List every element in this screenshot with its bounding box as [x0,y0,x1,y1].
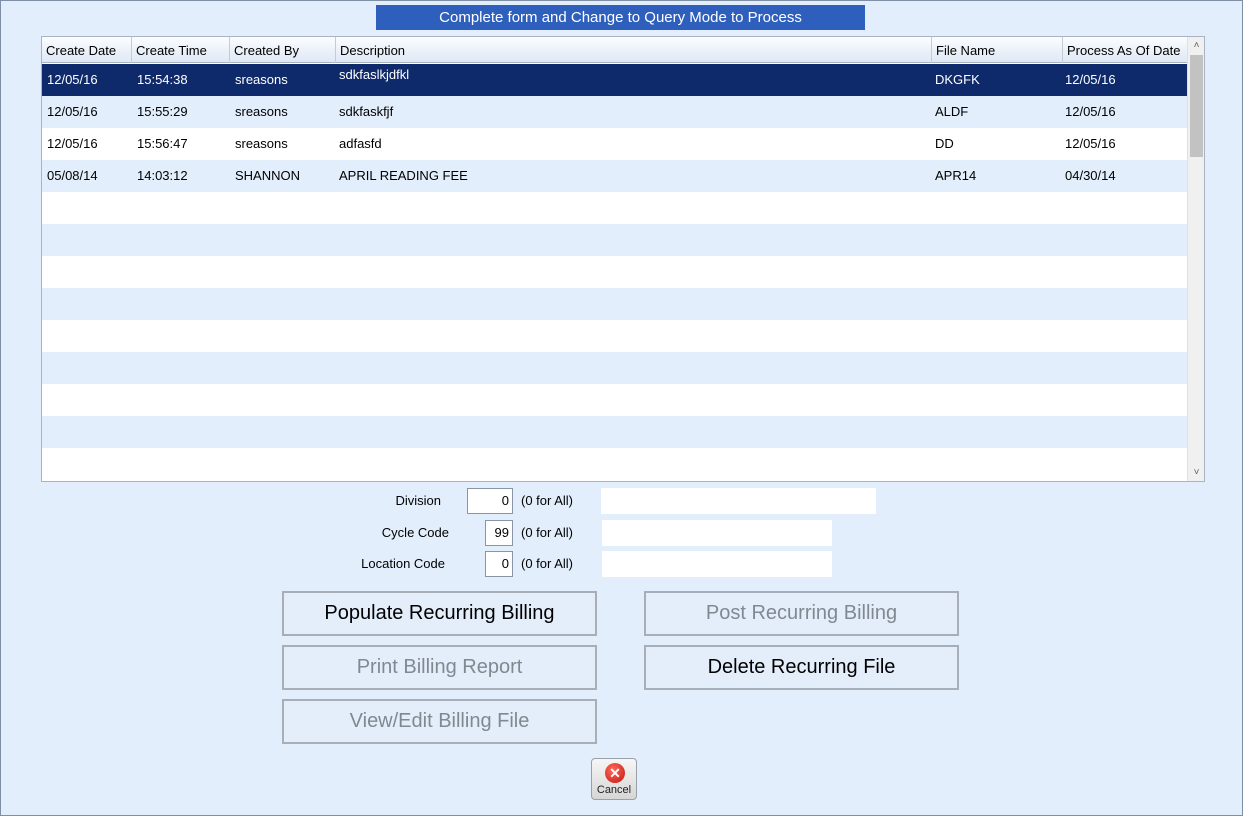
location-code-field[interactable]: 0 [485,551,513,577]
empty-row [42,192,1187,224]
delete-recurring-file-button[interactable]: Delete Recurring File [644,645,959,690]
cancel-label: Cancel [596,784,632,796]
empty-row [42,320,1187,352]
cell-create-date: 12/05/16 [47,136,98,151]
column-header-process-as-of-date[interactable]: Process As Of Date [1063,37,1187,63]
grid-rows: 12/05/16 15:54:38 sreasons sdkfaslkjdfkl… [42,64,1187,480]
grid-scrollbar[interactable]: ˄ ˅ [1187,37,1204,481]
cell-description: sdkfaslkjdfkl [339,67,410,82]
recurring-billing-window: Complete form and Change to Query Mode t… [0,0,1243,816]
cycle-code-field[interactable]: 99 [485,520,513,546]
cell-create-time: 15:54:38 [137,72,188,87]
cell-create-date: 05/08/14 [47,168,98,183]
location-code-label: Location Code [361,556,445,571]
cell-file-name: APR14 [935,168,977,183]
cell-create-date: 12/05/16 [47,104,98,119]
print-billing-report-button[interactable]: Print Billing Report [282,645,597,690]
cell-process-as-of-date: 12/05/16 [1065,72,1116,87]
column-header-created-by[interactable]: Created By [230,37,336,63]
table-row[interactable]: 12/05/16 15:55:29 sreasons sdkfaskfjf AL… [42,96,1187,128]
cell-create-date: 12/05/16 [47,72,98,87]
empty-row [42,288,1187,320]
division-description-field [601,488,876,514]
column-header-description[interactable]: Description [336,37,932,63]
cell-create-time: 15:55:29 [137,104,188,119]
cell-created-by: sreasons [235,104,288,119]
cell-process-as-of-date: 12/05/16 [1065,104,1116,119]
division-hint: (0 for All) [521,493,574,508]
cycle-code-description-field [602,520,832,546]
empty-row [42,256,1187,288]
column-header-create-date[interactable]: Create Date [42,37,132,63]
empty-row [42,448,1187,480]
mode-banner: Complete form and Change to Query Mode t… [376,5,865,30]
cell-file-name: DKGFK [935,72,980,87]
cycle-code-hint: (0 for All) [521,525,574,540]
cell-create-time: 15:56:47 [137,136,188,151]
empty-row [42,352,1187,384]
cell-description: adfasfd [339,136,382,151]
table-row[interactable]: 12/05/16 15:56:47 sreasons adfasfd DD 12… [42,128,1187,160]
cell-file-name: DD [935,136,954,151]
empty-row [42,416,1187,448]
cell-created-by: sreasons [235,72,288,87]
division-field[interactable]: 0 [467,488,513,514]
chevron-down-icon[interactable]: ˅ [1188,464,1204,481]
empty-row [42,384,1187,416]
scrollbar-thumb[interactable] [1190,55,1203,157]
cell-process-as-of-date: 04/30/14 [1065,168,1116,183]
cell-created-by: SHANNON [235,168,301,183]
grid-header: Create Date Create Time Created By Descr… [42,37,1187,63]
column-header-create-time[interactable]: Create Time [132,37,230,63]
chevron-up-icon[interactable]: ˄ [1188,37,1204,54]
division-label: Division [395,493,441,508]
table-row[interactable]: 05/08/14 14:03:12 SHANNON APRIL READING … [42,160,1187,192]
location-code-description-field [602,551,832,577]
view-edit-billing-file-button[interactable]: View/Edit Billing File [282,699,597,744]
cell-file-name: ALDF [935,104,969,119]
empty-row [42,224,1187,256]
post-recurring-billing-button[interactable]: Post Recurring Billing [644,591,959,636]
cycle-code-label: Cycle Code [381,525,449,540]
location-code-hint: (0 for All) [521,556,574,571]
cell-process-as-of-date: 12/05/16 [1065,136,1116,151]
column-header-file-name[interactable]: File Name [932,37,1063,63]
cell-create-time: 14:03:12 [137,168,188,183]
cancel-button[interactable]: ✕ Cancel [591,758,637,800]
cancel-x-icon: ✕ [605,763,625,783]
table-row[interactable]: 12/05/16 15:54:38 sreasons sdkfaslkjdfkl… [42,64,1187,96]
cell-created-by: sreasons [235,136,288,151]
cell-description: sdkfaskfjf [339,104,394,119]
cell-description: APRIL READING FEE [339,168,468,183]
populate-recurring-billing-button[interactable]: Populate Recurring Billing [282,591,597,636]
recurring-files-grid: Create Date Create Time Created By Descr… [41,36,1205,482]
